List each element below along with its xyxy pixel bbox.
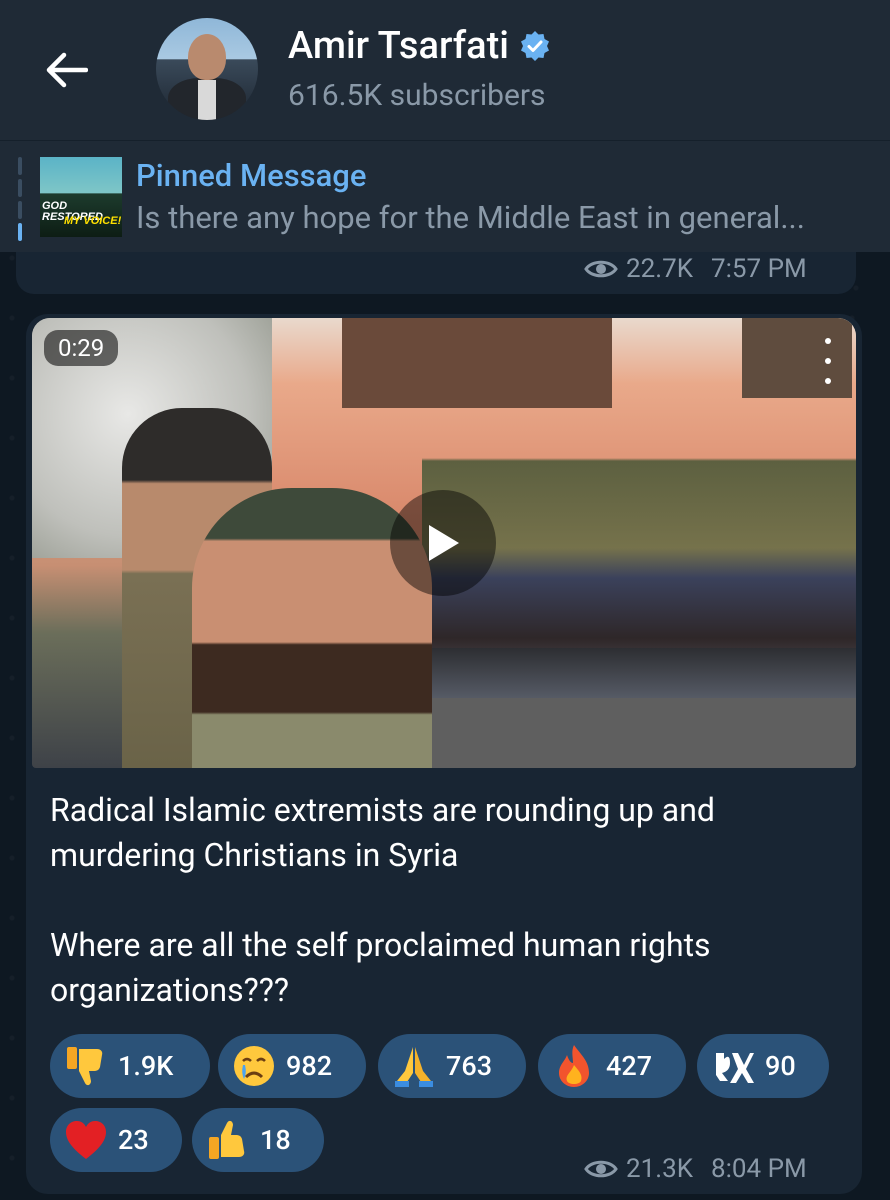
folded-hands-icon: [390, 1042, 438, 1090]
view-count: 21.3K: [626, 1154, 694, 1184]
arrow-left-icon: [46, 52, 88, 88]
verified-badge-icon: [520, 31, 549, 61]
channel-title[interactable]: Amir Tsarfati: [288, 24, 551, 68]
message-meta: 21.3K 8:04 PM: [584, 1154, 807, 1184]
message-text: Radical Islamic extremists are rounding …: [50, 788, 840, 1013]
play-button[interactable]: [390, 490, 496, 596]
pinned-indicator: [18, 157, 22, 241]
pinned-preview: Is there any hope for the Middle East in…: [136, 199, 805, 236]
reaction-count: 427: [606, 1050, 653, 1082]
play-icon: [429, 525, 459, 561]
message-paragraph: Where are all the self proclaimed human …: [50, 926, 711, 1009]
pinned-message-bar[interactable]: GOD RESTORED MY VOICE! Pinned Message Is…: [0, 140, 890, 252]
message-time: 8:04 PM: [711, 1154, 807, 1184]
reaction-crying-face[interactable]: 982: [218, 1034, 366, 1098]
channel-name-label: Amir Tsarfati: [288, 24, 509, 68]
reaction-thumbs-up[interactable]: 18: [192, 1108, 324, 1172]
message-paragraph: Radical Islamic extremists are rounding …: [50, 791, 715, 874]
fire-icon: [550, 1042, 598, 1090]
chat-header: Amir Tsarfati 616.5K subscribers: [0, 0, 890, 140]
reaction-folded-hands[interactable]: 763: [378, 1034, 526, 1098]
reaction-thumbs-down[interactable]: 1.9K: [50, 1034, 210, 1098]
red-heart-icon: [62, 1116, 110, 1164]
thumbs-down-icon: [62, 1042, 110, 1090]
custom-logo-icon: [709, 1042, 757, 1090]
reaction-count: 763: [446, 1050, 493, 1082]
reaction-count: 982: [286, 1050, 333, 1082]
channel-avatar[interactable]: [156, 18, 258, 120]
thumbs-up-icon: [204, 1116, 252, 1164]
reaction-custom[interactable]: 90: [697, 1034, 829, 1098]
subscriber-count: 616.5K subscribers: [288, 78, 546, 113]
reaction-fire[interactable]: 427: [538, 1034, 686, 1098]
pinned-thumbnail: GOD RESTORED MY VOICE!: [40, 157, 122, 237]
reaction-count: 90: [765, 1050, 796, 1082]
back-button[interactable]: [36, 40, 96, 100]
eye-icon: [584, 260, 618, 278]
view-count: 22.7K: [626, 254, 694, 284]
previous-message-meta: 22.7K 7:57 PM: [584, 254, 807, 284]
eye-icon: [584, 1160, 618, 1178]
reaction-count: 23: [118, 1124, 149, 1156]
pinned-title: Pinned Message: [136, 157, 367, 194]
message-time: 7:57 PM: [711, 254, 807, 284]
crying-face-icon: [230, 1042, 278, 1090]
reaction-count: 18: [260, 1124, 291, 1156]
video-duration: 0:29: [44, 330, 119, 366]
reaction-count: 1.9K: [118, 1050, 174, 1082]
reaction-red-heart[interactable]: 23: [50, 1108, 182, 1172]
more-vertical-icon[interactable]: [818, 338, 838, 384]
